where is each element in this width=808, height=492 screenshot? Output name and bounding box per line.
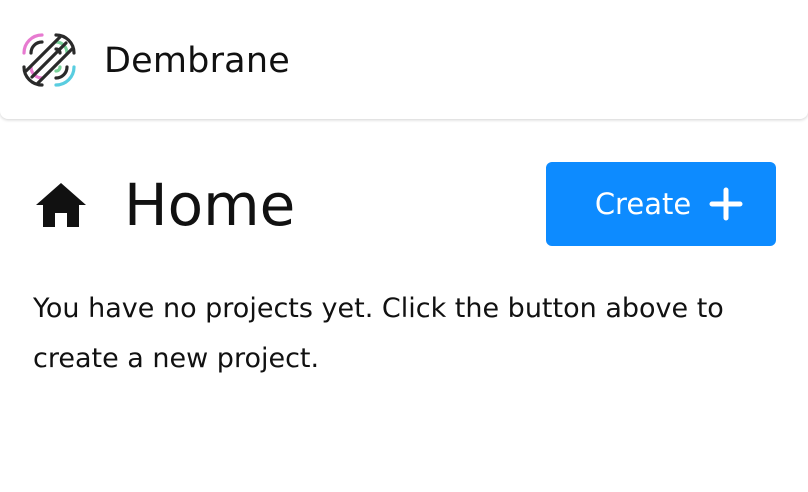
page-title: Home [124,171,296,239]
create-button-label: Create [594,187,692,221]
dembrane-logo-icon[interactable] [18,29,80,91]
app-header: Dembrane [0,0,808,119]
brand-name[interactable]: Dembrane [104,40,290,82]
create-button[interactable]: Create [546,162,776,246]
home-icon [36,183,86,227]
plus-icon [709,187,743,221]
empty-state-message: You have no projects yet. Click the butt… [33,293,724,374]
